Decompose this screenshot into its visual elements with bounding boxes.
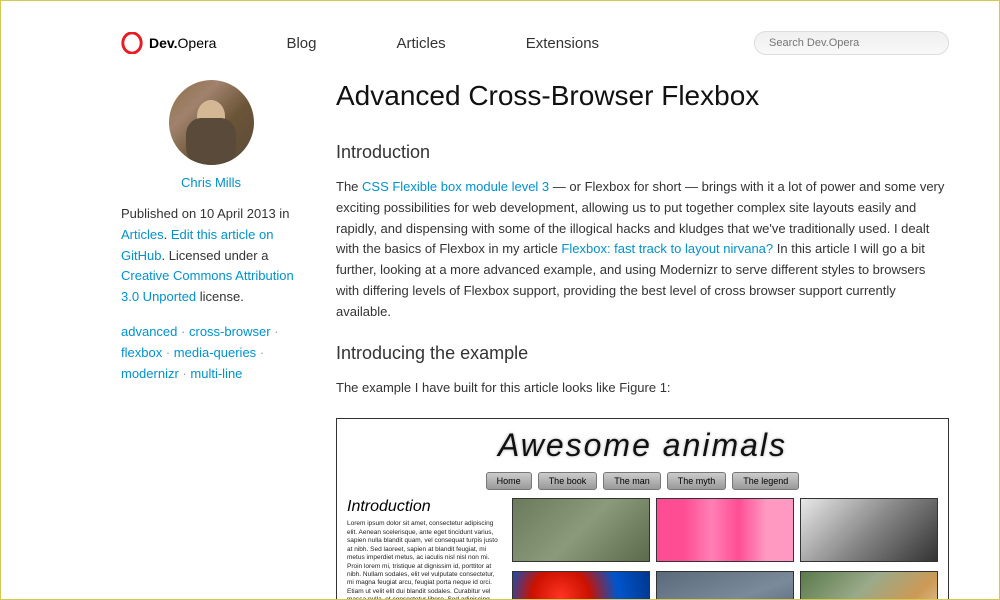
figure-nav-legend: The legend xyxy=(732,472,799,490)
figure-image-lion xyxy=(512,498,650,562)
nav-blog[interactable]: Blog xyxy=(286,35,316,52)
figure-image-grid xyxy=(512,498,938,600)
link-flexbox-nirvana[interactable]: Flexbox: fast track to layout nirvana? xyxy=(561,241,773,256)
article-meta: Published on 10 April 2013 in Articles. … xyxy=(121,204,301,308)
article-title: Advanced Cross-Browser Flexbox xyxy=(336,80,949,112)
tag-multi-line[interactable]: multi-line xyxy=(190,366,242,381)
author-link[interactable]: Chris Mills xyxy=(121,175,301,190)
figure-image-parrot xyxy=(512,571,650,600)
search-input[interactable] xyxy=(754,31,949,55)
figure-nav-man: The man xyxy=(603,472,661,490)
example-paragraph: The example I have built for this articl… xyxy=(336,378,949,399)
tag-list: advanced · cross-browser · flexbox · med… xyxy=(121,322,301,384)
figure-banner-title: Awesome animals xyxy=(337,419,948,468)
figure-image-crocodile xyxy=(800,571,938,600)
tag-cross-browser[interactable]: cross-browser xyxy=(189,324,271,339)
tag-flexbox[interactable]: flexbox xyxy=(121,345,162,360)
author-avatar xyxy=(169,80,254,165)
figure-intro-heading: Introduction xyxy=(347,498,502,516)
site-name: Dev.Opera xyxy=(149,35,216,51)
tag-modernizr[interactable]: modernizr xyxy=(121,366,179,381)
site-logo[interactable]: Dev.Opera xyxy=(121,32,216,54)
link-css-flexbox-spec[interactable]: CSS Flexible box module level 3 xyxy=(362,179,549,194)
nav-extensions[interactable]: Extensions xyxy=(526,35,599,52)
figure-image-snake xyxy=(800,498,938,562)
heading-introduction: Introduction xyxy=(336,142,949,163)
nav-articles[interactable]: Articles xyxy=(397,35,446,52)
category-link[interactable]: Articles xyxy=(121,227,164,242)
tag-media-queries[interactable]: media-queries xyxy=(174,345,256,360)
figure-intro-text: Lorem ipsum dolor sit amet, consectetur … xyxy=(347,520,502,600)
figure-nav-home: Home xyxy=(486,472,532,490)
figure-nav-myth: The myth xyxy=(667,472,727,490)
tag-advanced[interactable]: advanced xyxy=(121,324,177,339)
intro-paragraph: The CSS Flexible box module level 3 — or… xyxy=(336,177,949,323)
figure-image-hippo xyxy=(656,571,794,600)
figure-1: Awesome animals Home The book The man Th… xyxy=(336,418,949,600)
heading-example: Introducing the example xyxy=(336,343,949,364)
opera-logo-icon xyxy=(121,32,143,54)
figure-nav-book: The book xyxy=(538,472,598,490)
figure-image-flamingos xyxy=(656,498,794,562)
figure-nav: Home The book The man The myth The legen… xyxy=(337,468,948,498)
